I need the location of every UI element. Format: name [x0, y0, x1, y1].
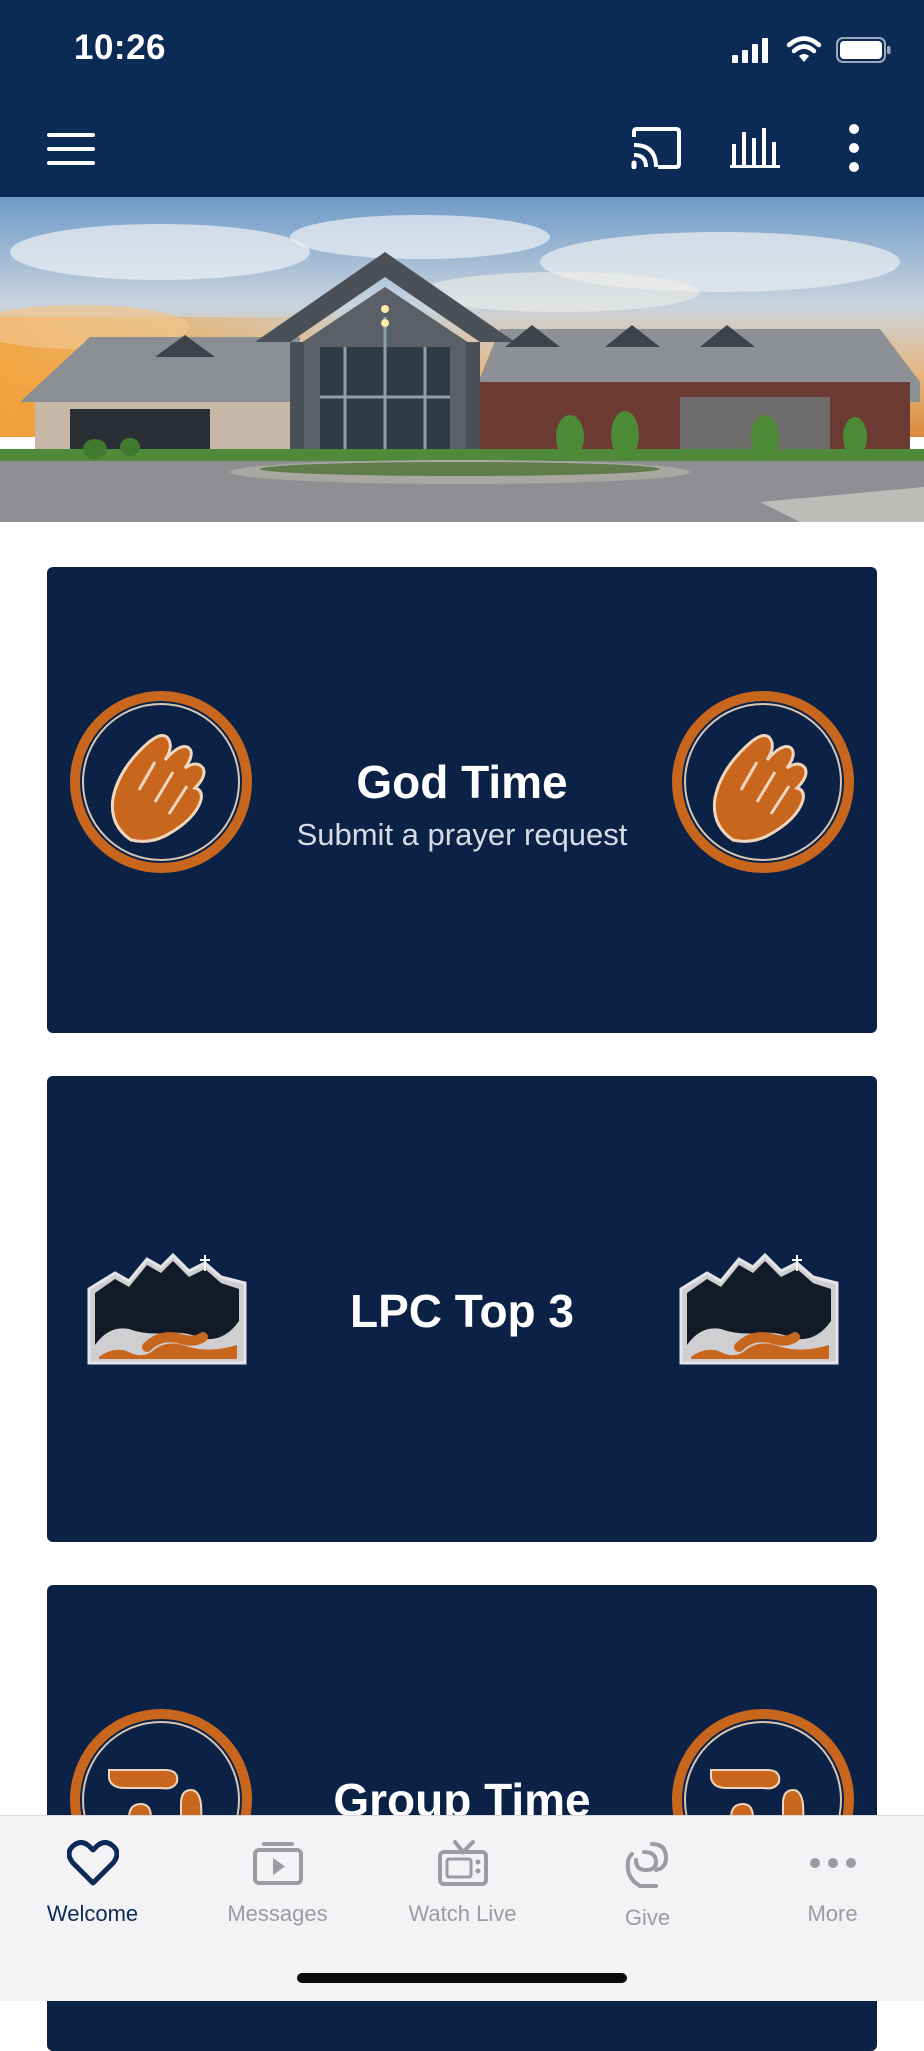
status-icons: [732, 36, 892, 64]
tab-messages[interactable]: Messages: [185, 1840, 370, 1927]
vertical-dots-icon: [849, 124, 859, 172]
heart-icon: [66, 1840, 119, 1886]
tab-label: Welcome: [46, 1901, 139, 1926]
tab-label: Messages: [227, 1901, 328, 1926]
tab-give[interactable]: Give: [555, 1840, 740, 1931]
signal-icon: [732, 38, 768, 63]
tab-label: Give: [624, 1905, 671, 1930]
give-icon: [625, 1842, 668, 1888]
hero-image: [0, 197, 924, 522]
tab-more[interactable]: More: [740, 1840, 924, 1927]
church-building-photo: [0, 197, 924, 522]
play-stack-icon: [252, 1842, 303, 1885]
wifi-icon: [786, 36, 822, 62]
more-options-button[interactable]: [836, 120, 872, 176]
audio-bars-icon: [730, 128, 780, 168]
audio-button[interactable]: [726, 122, 786, 174]
tab-label: More: [807, 1901, 858, 1926]
menu-button[interactable]: [38, 124, 104, 174]
status-bar: 10:26: [0, 0, 924, 100]
tab-watch-live[interactable]: Watch Live: [370, 1840, 555, 1927]
hamburger-icon: [47, 133, 95, 165]
horizontal-dots-icon: [809, 1858, 856, 1868]
card-god-time[interactable]: God Time Submit a prayer request: [47, 567, 877, 1033]
status-time: 10:26: [74, 28, 167, 67]
tab-welcome[interactable]: Welcome: [0, 1840, 185, 1927]
card-lpc-top-3[interactable]: LPC Top 3: [47, 1076, 877, 1542]
battery-icon: [836, 37, 891, 63]
tab-label: Watch Live: [408, 1901, 517, 1926]
tv-icon: [437, 1840, 488, 1886]
app-bar: [0, 100, 924, 197]
home-indicator: [297, 1973, 627, 1983]
praying-hands-icon: [672, 691, 854, 873]
cast-icon: [631, 127, 681, 169]
cast-button[interactable]: [626, 122, 686, 174]
mountain-logo-icon: [679, 1252, 839, 1365]
